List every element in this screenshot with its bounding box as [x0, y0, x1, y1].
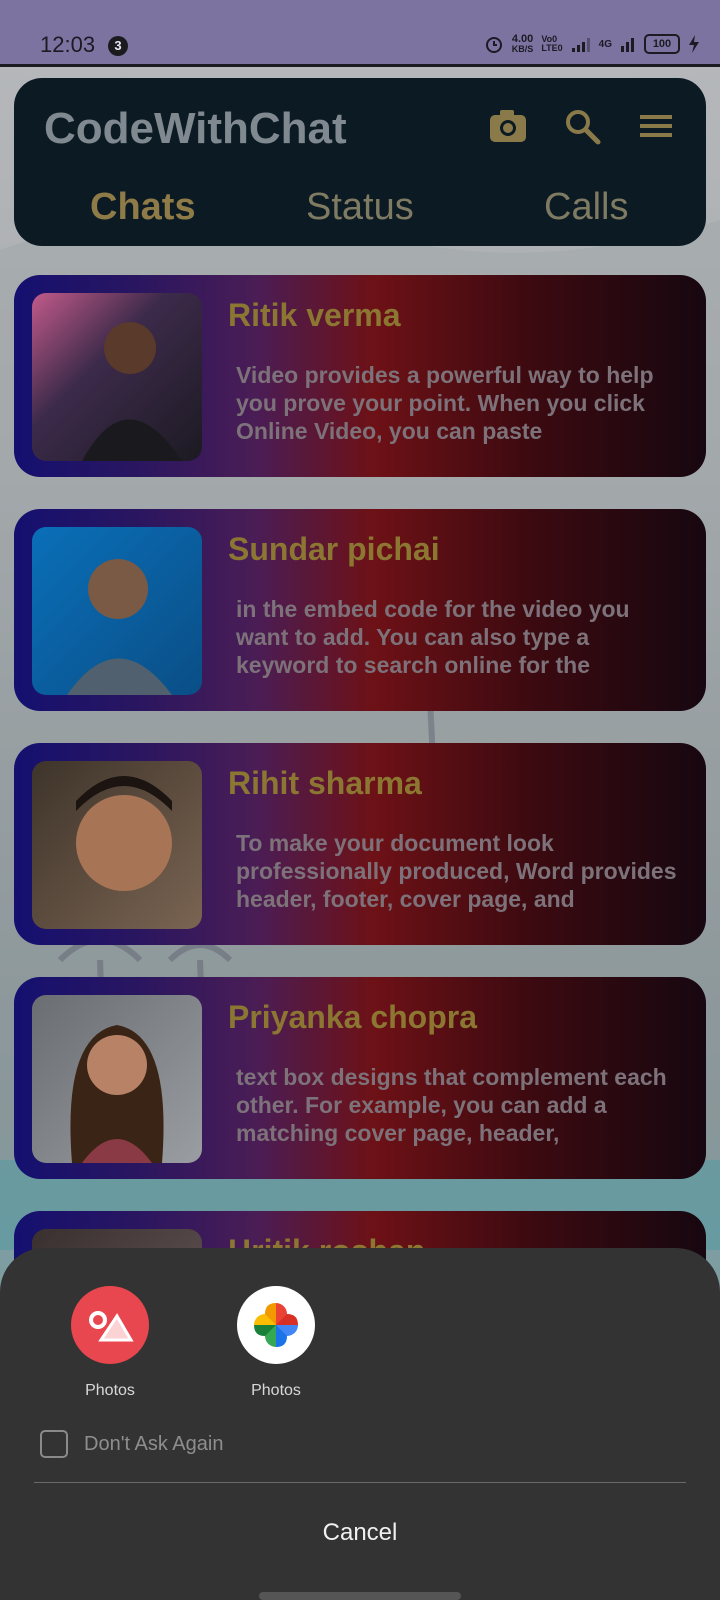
app-option-label: Photos [85, 1382, 135, 1399]
status-time: 12:03 [40, 32, 96, 57]
status-bar: 12:03 3 4.00 KB/S Vo0 LTE0 4G 100 [0, 0, 720, 64]
app-option-gallery-photos[interactable]: Photos [50, 1286, 170, 1400]
signal-icon [571, 38, 590, 52]
network-speed: 4.00 KB/S [511, 33, 534, 55]
network-type: 4G [598, 38, 612, 50]
dont-ask-again-label: Don't Ask Again [84, 1432, 224, 1455]
volte-indicator: Vo0 LTE0 [541, 35, 562, 53]
battery-icon: 100 [644, 34, 680, 54]
alarm-icon [485, 37, 502, 53]
status-icons: 4.00 KB/S Vo0 LTE0 4G 100 [484, 34, 700, 54]
volte-line2: LTE0 [541, 43, 563, 53]
gallery-photos-icon [71, 1286, 149, 1364]
home-indicator[interactable] [259, 1592, 461, 1600]
divider [34, 1482, 686, 1483]
dont-ask-again-checkbox[interactable] [40, 1430, 68, 1458]
notification-count-badge: 3 [108, 36, 128, 56]
network-speed-unit: KB/S [511, 44, 534, 54]
signal-icon-2 [621, 38, 634, 52]
app-option-google-photos[interactable]: Photos [216, 1286, 336, 1400]
cancel-button[interactable]: Cancel [0, 1488, 720, 1578]
app-option-label: Photos [251, 1382, 301, 1399]
dont-ask-again-row[interactable]: Don't Ask Again [40, 1430, 223, 1458]
charging-bolt-icon [689, 35, 699, 53]
network-speed-value: 4.00 [511, 33, 534, 45]
google-photos-icon [237, 1286, 315, 1364]
app-chooser-sheet: Photos Photos Don't Ask Again Cancel [0, 1248, 720, 1600]
